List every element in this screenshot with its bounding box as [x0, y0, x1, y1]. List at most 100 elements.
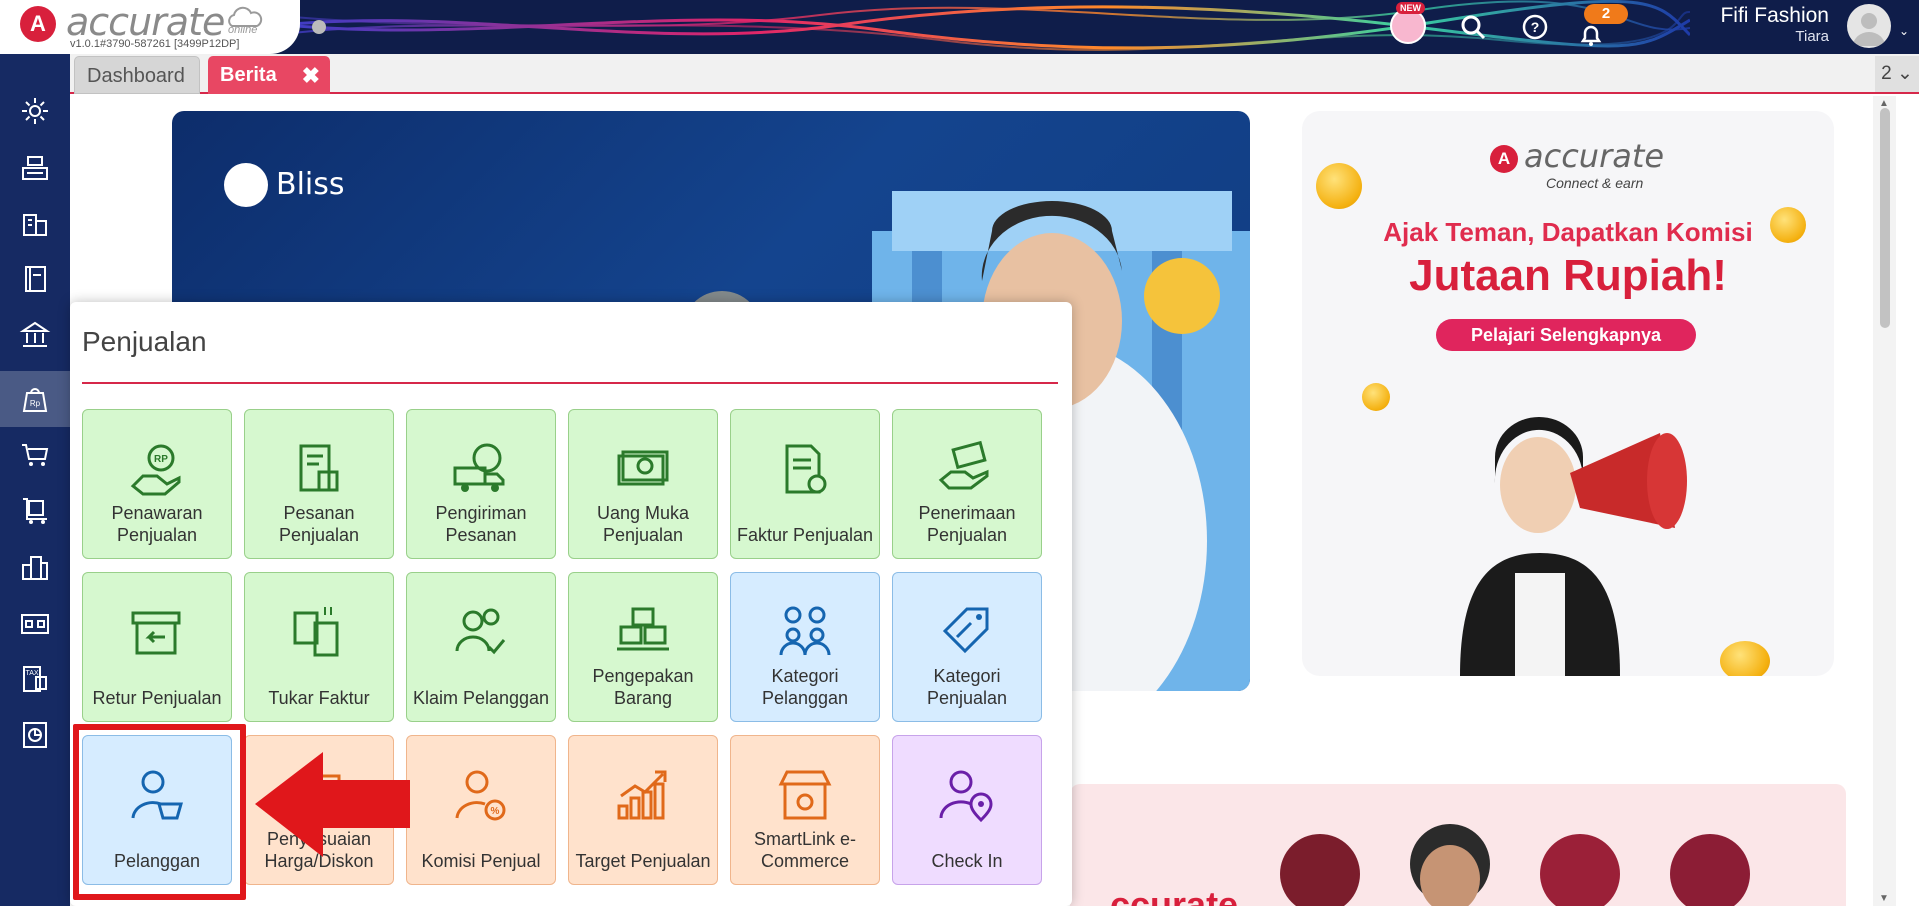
- store-gear-icon: [778, 770, 832, 820]
- coin-icon: [1362, 383, 1390, 411]
- tile-tukar-faktur[interactable]: Tukar Faktur: [244, 572, 394, 722]
- top-header: A accurate online v1.0.1#3790-587261 [34…: [0, 0, 1919, 54]
- cart-icon: [22, 444, 49, 466]
- bliss-logo-icon: [224, 163, 268, 207]
- notification-count-badge: 2: [1584, 4, 1628, 24]
- tile-kategori-penjualan[interactable]: Kategori Penjualan: [892, 572, 1042, 722]
- status-dot-icon: [312, 20, 326, 34]
- accurate-logo-icon[interactable]: A: [20, 6, 56, 42]
- sales-bag-icon: Rp: [22, 388, 48, 412]
- scroll-down-icon[interactable]: ▼: [1879, 893, 1889, 904]
- team-banner[interactable]: ccurate: [1070, 784, 1846, 906]
- sales-target-chart-icon: [617, 770, 667, 820]
- sidebar-item-ledger[interactable]: [0, 251, 70, 307]
- sidebar-item-building[interactable]: [0, 195, 70, 251]
- popup-divider: [82, 382, 1058, 384]
- sidebar-item-sales[interactable]: Rp: [0, 371, 70, 427]
- tile-label: Faktur Penjualan: [736, 525, 874, 545]
- user-avatar-icon: [1853, 13, 1885, 46]
- sidebar-item-bank[interactable]: [0, 307, 70, 363]
- report-chart-icon: [23, 722, 47, 748]
- tab-count-label: 2: [1881, 63, 1892, 84]
- tile-pengepakan-barang[interactable]: Pengepakan Barang: [568, 572, 718, 722]
- customer-category-icon: [779, 606, 831, 656]
- tile-penerimaan-penjualan[interactable]: Penerimaan Penjualan: [892, 409, 1042, 559]
- tile-label: Check In: [931, 851, 1003, 871]
- tile-pengiriman-pesanan[interactable]: Pengiriman Pesanan: [406, 409, 556, 559]
- building-icon: [23, 214, 47, 236]
- woman-megaphone-illustration-icon: [1460, 417, 1687, 676]
- sidebar-item-tax[interactable]: TAX: [0, 651, 70, 707]
- chevron-down-icon[interactable]: ⌄: [1899, 24, 1909, 38]
- tile-label: Kategori Penjualan: [926, 666, 1008, 708]
- coin-icon: [1316, 163, 1362, 209]
- avatar[interactable]: [1847, 4, 1891, 48]
- tab-count-dropdown[interactable]: 2 ⌄: [1875, 56, 1919, 92]
- scroll-thumb[interactable]: [1880, 108, 1890, 328]
- tab-bar: Dashboard Berita ✖ 2 ⌄: [70, 54, 1919, 94]
- sidebar-item-reports[interactable]: [0, 707, 70, 763]
- tile-label: Retur Penjualan: [92, 688, 222, 708]
- tile-label: Pesanan Penjualan: [278, 503, 360, 545]
- tab-dashboard[interactable]: Dashboard: [74, 56, 200, 94]
- sidebar-item-warehouse[interactable]: [0, 595, 70, 651]
- exchange-invoice-icon: [293, 607, 339, 657]
- close-icon[interactable]: ✖: [302, 63, 320, 89]
- check-in-location-icon: [939, 770, 993, 823]
- sidebar-item-cash-register[interactable]: [0, 139, 70, 195]
- tile-pesanan-penjualan[interactable]: Pesanan Penjualan: [244, 409, 394, 559]
- tile-target-penjualan[interactable]: Target Penjualan: [568, 735, 718, 885]
- tile-label: Komisi Penjual: [421, 851, 541, 871]
- help-icon[interactable]: ?: [1518, 10, 1552, 44]
- hand-money-icon: RP: [130, 444, 181, 496]
- tile-smartlink-ecommerce[interactable]: SmartLink e-Commerce: [730, 735, 880, 885]
- tile-label: Klaim Pelanggan: [412, 688, 550, 708]
- sidebar-item-settings[interactable]: [0, 83, 70, 139]
- tab-berita-label: Berita: [220, 64, 277, 86]
- tile-check-in[interactable]: Check In: [892, 735, 1042, 885]
- banner-tagline: Connect & earn: [1546, 175, 1644, 191]
- coin-icon: [1720, 641, 1770, 676]
- banner-headline: Ajak Teman, Dapatkan Komisi: [1383, 217, 1753, 247]
- invoice-icon: [785, 444, 827, 494]
- company-block[interactable]: Fifi Fashion Tiara: [1720, 4, 1829, 45]
- tile-label: Kategori Pelanggan: [761, 666, 849, 708]
- logo-online-label: online: [228, 24, 258, 36]
- settings-icon: [22, 98, 48, 124]
- tile-label: SmartLink e-Commerce: [753, 829, 857, 871]
- tile-penawaran-penjualan[interactable]: RP Penawaran Penjualan: [82, 409, 232, 559]
- search-icon[interactable]: [1456, 10, 1490, 44]
- popup-title: Penjualan: [82, 326, 207, 357]
- delivery-truck-icon: [453, 443, 505, 492]
- bank-icon: [19, 321, 51, 347]
- sidebar: Rp TAX: [0, 54, 70, 906]
- tab-berita[interactable]: Berita ✖: [208, 56, 330, 94]
- tile-uang-muka-penjualan[interactable]: Uang Muka Penjualan: [568, 409, 718, 559]
- cash-money-icon: [617, 450, 669, 486]
- tax-icon: TAX: [23, 666, 47, 692]
- sidebar-item-purchase[interactable]: [0, 427, 70, 483]
- svg-text:%: %: [491, 806, 500, 817]
- banner-headline-2: Jutaan Rupiah!: [1409, 251, 1727, 300]
- tile-label: Pengepakan Barang: [592, 666, 694, 708]
- packing-boxes-icon: [617, 607, 669, 651]
- team-banner-text: ccurate: [1110, 884, 1239, 906]
- tile-klaim-pelanggan[interactable]: Klaim Pelanggan: [406, 572, 556, 722]
- tile-label: Uang Muka Penjualan: [596, 503, 690, 545]
- sidebar-item-inventory[interactable]: [0, 483, 70, 539]
- tile-kategori-pelanggan[interactable]: Kategori Pelanggan: [730, 572, 880, 722]
- learn-more-button[interactable]: Pelajari Selengkapnya: [1436, 319, 1696, 351]
- tile-faktur-penjualan[interactable]: Faktur Penjualan: [730, 409, 880, 559]
- customer-claim-icon: [455, 608, 506, 655]
- svg-text:Rp: Rp: [30, 399, 41, 408]
- referral-banner[interactable]: A accurate Connect & earn Ajak Teman, Da…: [1302, 111, 1834, 676]
- content-scrollbar[interactable]: ▲ ▼: [1873, 96, 1896, 906]
- tile-komisi-penjual[interactable]: % Komisi Penjual: [406, 735, 556, 885]
- ledger-book-icon: [25, 266, 46, 292]
- sidebar-item-company[interactable]: [0, 539, 70, 595]
- tile-retur-penjualan[interactable]: Retur Penjualan: [82, 572, 232, 722]
- sales-tag-icon: [942, 607, 989, 654]
- svg-text:?: ?: [1531, 19, 1540, 35]
- company-name: Fifi Fashion: [1720, 4, 1829, 27]
- tile-label: Target Penjualan: [575, 851, 711, 871]
